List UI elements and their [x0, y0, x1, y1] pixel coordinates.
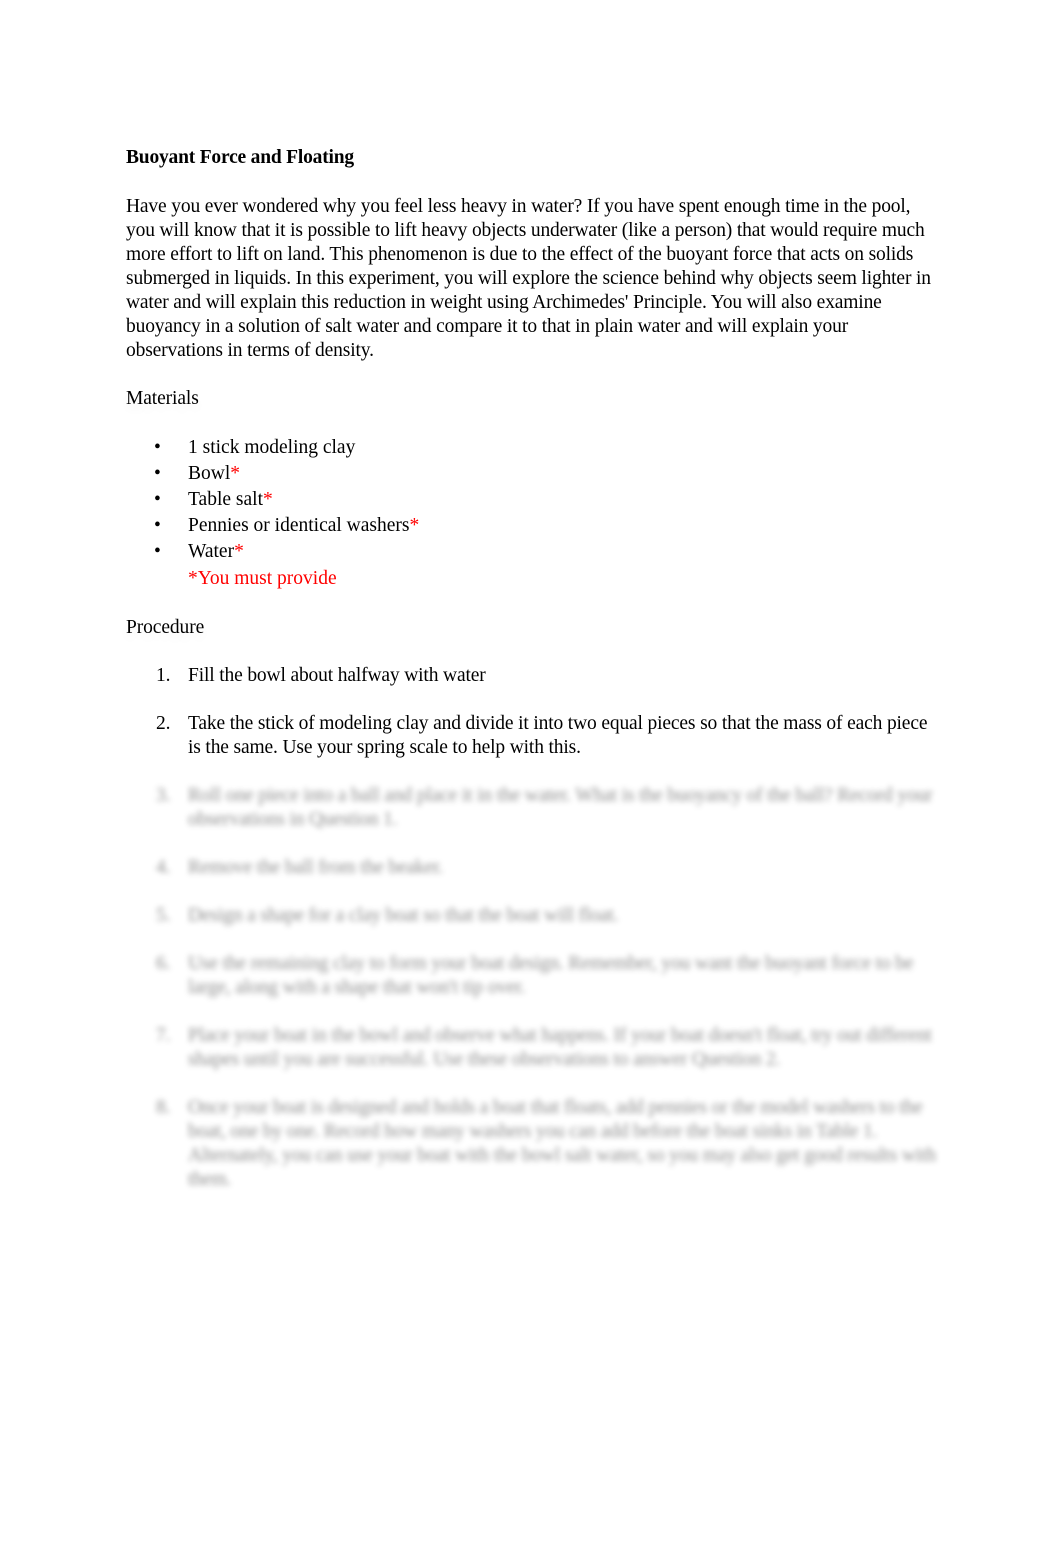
materials-footnote: *You must provide — [188, 568, 337, 589]
intro-paragraph: Have you ever wondered why you feel less… — [126, 196, 931, 361]
step-text: Design a shape for a clay boat so that t… — [188, 905, 619, 926]
materials-item: • Pennies or identical washers* — [126, 513, 942, 539]
procedure-step-blurred: 7. Place your boat in the bowl and obser… — [126, 1024, 942, 1072]
step-number: 6. — [156, 953, 171, 974]
step-text: Take the stick of modeling clay and divi… — [188, 713, 928, 758]
step-text: Place your boat in the bowl and observe … — [188, 1025, 932, 1070]
step-text: Remove the ball from the beaker. — [188, 857, 444, 878]
bullet-icon: • — [154, 489, 161, 510]
required-marker: * — [234, 541, 244, 562]
materials-item: • Water* — [126, 539, 942, 565]
document-title: Buoyant Force and Floating — [126, 147, 354, 168]
bullet-icon: • — [154, 541, 161, 562]
procedure-step-blurred: 4. Remove the ball from the beaker. — [126, 856, 942, 880]
materials-list: • 1 stick modeling clay • Bowl* • Table … — [126, 435, 942, 565]
step-text: Once your boat is designed and holds a b… — [188, 1097, 936, 1190]
step-number: 4. — [156, 857, 171, 878]
bullet-icon: • — [154, 437, 161, 458]
materials-heading: Materials — [126, 388, 199, 409]
step-text: Use the remaining clay to form your boat… — [188, 953, 914, 998]
step-number: 8. — [156, 1097, 171, 1118]
materials-item: • 1 stick modeling clay — [126, 435, 942, 461]
materials-item-label: Pennies or identical washers — [188, 515, 410, 536]
step-number: 2. — [156, 713, 171, 734]
procedure-list: 1. Fill the bowl about halfway with wate… — [126, 664, 942, 1192]
materials-item-label: Table salt — [188, 489, 263, 510]
bullet-icon: • — [154, 463, 161, 484]
materials-item-label: Bowl — [188, 463, 231, 484]
procedure-step-blurred: 8. Once your boat is designed and holds … — [126, 1096, 942, 1192]
step-text: Fill the bowl about halfway with water — [188, 665, 486, 686]
document-page: Buoyant Force and Floating Have you ever… — [126, 146, 942, 1216]
procedure-step-blurred: 5. Design a shape for a clay boat so tha… — [126, 904, 942, 928]
step-number: 3. — [156, 785, 171, 806]
required-marker: * — [230, 463, 241, 484]
procedure-step: 1. Fill the bowl about halfway with wate… — [126, 664, 942, 688]
procedure-step: 2. Take the stick of modeling clay and d… — [126, 712, 942, 760]
step-text: Roll one piece into a ball and place it … — [188, 785, 933, 830]
step-number: 1. — [156, 665, 171, 686]
materials-item-label: 1 stick modeling clay — [188, 437, 356, 458]
procedure-step-blurred: 6. Use the remaining clay to form your b… — [126, 952, 942, 1000]
required-marker: * — [262, 489, 273, 510]
materials-item-label: Water — [188, 541, 235, 562]
materials-item: • Bowl* — [126, 461, 942, 487]
step-number: 7. — [156, 1025, 171, 1046]
required-marker: * — [409, 515, 420, 536]
step-number: 5. — [156, 905, 171, 926]
procedure-step-blurred: 3. Roll one piece into a ball and place … — [126, 784, 942, 832]
materials-item: • Table salt* — [126, 487, 942, 513]
procedure-heading: Procedure — [126, 617, 205, 638]
bullet-icon: • — [154, 515, 161, 536]
